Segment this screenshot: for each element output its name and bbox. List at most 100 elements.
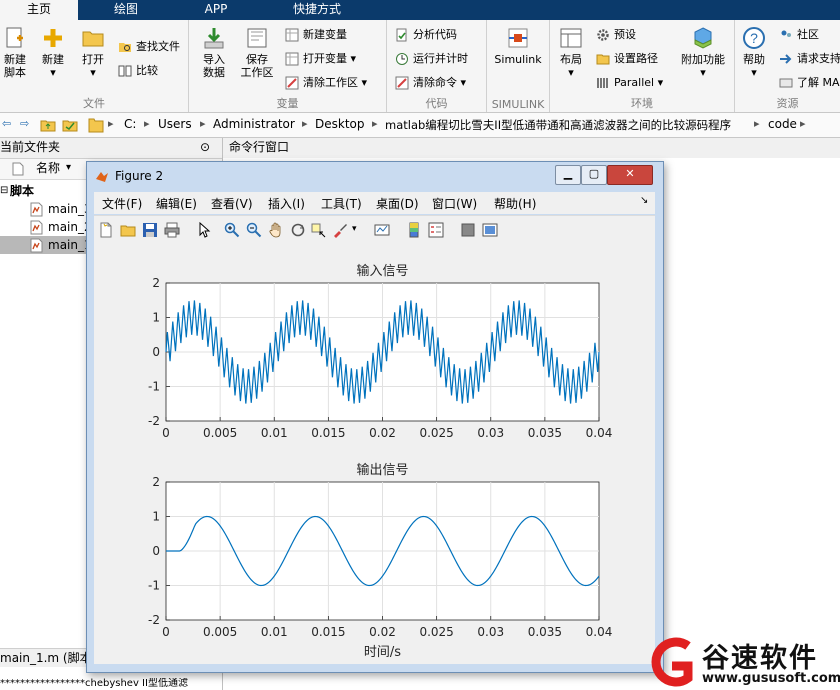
new-variable-button[interactable]: 新建变量 xyxy=(285,26,347,44)
up-folder-icon[interactable] xyxy=(40,117,56,133)
breadcrumb-separator: ▸ xyxy=(108,117,114,130)
panel-options-icon[interactable]: ⊙ xyxy=(200,138,210,156)
help-label: 帮助 xyxy=(743,53,765,66)
new-button[interactable]: 新建 ▾ xyxy=(36,26,70,79)
x-tick-label: 0.025 xyxy=(419,426,453,440)
group-simulink: Simulink SIMULINK xyxy=(487,20,550,112)
show-plot-tools-icon[interactable] xyxy=(482,222,498,238)
menu-insert[interactable]: 插入(I) xyxy=(268,195,305,212)
breadcrumb-item[interactable]: code xyxy=(768,117,797,131)
menu-tools[interactable]: 工具(T) xyxy=(321,195,362,212)
plot-area: 0 0.005 0.01 0.015 0.02 0.025 0.03 0.035 0.04 -2 -… xyxy=(148,263,612,660)
open-variable-button[interactable]: 打开变量 ▾ xyxy=(285,50,356,68)
request-support-button[interactable]: 请求支持 xyxy=(779,50,840,68)
name-column-header[interactable]: 名称 xyxy=(36,159,60,177)
colorbar-icon[interactable] xyxy=(406,222,422,238)
maximize-button[interactable]: ▢ xyxy=(581,165,607,185)
link-plot-icon[interactable] xyxy=(374,222,390,238)
breadcrumb-item[interactable]: Administrator xyxy=(213,117,295,131)
request-support-label: 请求支持 xyxy=(797,52,840,65)
sort-chevron-icon[interactable]: ▾ xyxy=(66,159,71,177)
group-simulink-label: SIMULINK xyxy=(491,98,545,111)
add-ons-button[interactable]: 附加功能 ▾ xyxy=(676,26,730,79)
x-tick-label: 0.01 xyxy=(261,426,288,440)
tab-home[interactable]: 主页 xyxy=(0,0,78,20)
figure-title-bar[interactable]: Figure 2 ▁ ▢ ✕ xyxy=(87,162,663,190)
parallel-icon xyxy=(597,78,608,88)
learn-matlab-button[interactable]: 了解 MA xyxy=(779,74,840,92)
chevron-down-icon: ▾ xyxy=(657,76,664,89)
clear-commands-icon xyxy=(395,76,409,90)
file-type-icon xyxy=(12,162,24,176)
open-file-icon[interactable] xyxy=(120,222,136,238)
brush-icon[interactable] xyxy=(332,222,348,238)
menu-view[interactable]: 查看(V) xyxy=(211,195,253,212)
import-data-button[interactable]: 导入 数据 xyxy=(197,26,231,79)
dock-arrow-icon[interactable]: ↘ xyxy=(640,195,648,206)
zoom-in-icon[interactable] xyxy=(224,222,240,238)
x-tick-label: 0.025 xyxy=(419,625,453,639)
minimize-button[interactable]: ▁ xyxy=(555,165,581,185)
save-icon[interactable] xyxy=(142,222,158,238)
help-button[interactable]: ? 帮助 ▾ xyxy=(737,26,771,79)
tab-plots[interactable]: 绘图 xyxy=(86,0,166,20)
find-files-button[interactable]: 查找文件 xyxy=(118,38,180,56)
tab-apps[interactable]: APP xyxy=(176,0,256,20)
tab-shortcuts[interactable]: 快捷方式 xyxy=(262,0,372,20)
axes-output[interactable]: 0 0.005 0.01 0.015 0.02 0.025 0.03 0.035 0.04 -2 -… xyxy=(148,462,612,660)
new-figure-icon[interactable] xyxy=(98,222,114,238)
save-workspace-button[interactable]: 保存 工作区 xyxy=(237,26,277,79)
menu-help[interactable]: 帮助(H) xyxy=(494,195,536,212)
forward-arrow-icon[interactable]: ⇨ xyxy=(20,117,29,130)
y-tick-label: 1 xyxy=(152,510,160,524)
breadcrumb-separator: ▸ xyxy=(200,117,206,130)
layout-button[interactable]: 布局 ▾ xyxy=(554,26,588,79)
collapse-icon[interactable]: ⊟ xyxy=(0,182,8,200)
chevron-down-icon: ▾ xyxy=(361,76,368,89)
brush-dropdown-icon[interactable]: ▾ xyxy=(352,224,368,240)
preferences-button[interactable]: 预设 xyxy=(596,26,636,44)
browse-folder-icon[interactable] xyxy=(62,117,78,133)
zoom-out-icon[interactable] xyxy=(246,222,262,238)
compare-button[interactable]: 比较 xyxy=(118,62,158,80)
analyze-code-button[interactable]: 分析代码 xyxy=(395,26,457,44)
find-files-icon xyxy=(119,43,131,52)
rotate-3d-icon[interactable] xyxy=(290,222,306,238)
run-and-time-button[interactable]: 运行并计时 xyxy=(395,50,468,68)
axes-input[interactable]: 0 0.005 0.01 0.015 0.02 0.025 0.03 0.035 0.04 -2 -… xyxy=(148,263,612,440)
breadcrumb-item[interactable]: Desktop xyxy=(315,117,365,131)
set-path-button[interactable]: 设置路径 xyxy=(596,50,658,68)
community-button[interactable]: 社区 xyxy=(779,26,819,44)
close-button[interactable]: ✕ xyxy=(607,165,653,185)
x-tick-label: 0.03 xyxy=(477,426,504,440)
cursor-icon[interactable] xyxy=(196,222,212,238)
breadcrumb-item[interactable]: matlab编程切比雪夫II型低通带通和高通滤波器之间的比较源码程序 xyxy=(385,117,752,133)
menu-desktop[interactable]: 桌面(D) xyxy=(376,195,419,212)
clear-workspace-button[interactable]: 清除工作区 ▾ xyxy=(285,74,367,92)
print-icon[interactable] xyxy=(164,222,180,238)
community-icon xyxy=(781,30,791,37)
menu-file[interactable]: 文件(F) xyxy=(102,195,142,212)
pan-hand-icon[interactable] xyxy=(268,222,284,238)
clear-workspace-label: 清除工作区 xyxy=(303,76,358,89)
new-script-button[interactable]: 新建 脚本 xyxy=(0,26,30,79)
back-arrow-icon[interactable]: ⇦ xyxy=(2,117,11,130)
clear-commands-button[interactable]: 清除命令 ▾ xyxy=(395,74,466,92)
x-tick-label: 0.015 xyxy=(311,625,345,639)
legend-icon[interactable] xyxy=(428,222,444,238)
group-variable-label: 变量 xyxy=(276,97,299,110)
breadcrumb-item[interactable]: C: xyxy=(124,117,136,131)
figure-canvas[interactable]: 0 0.005 0.01 0.015 0.02 0.025 0.03 0.035 0.04 -2 -… xyxy=(94,246,655,664)
parallel-button[interactable]: Parallel ▾ xyxy=(596,74,663,92)
menu-edit[interactable]: 编辑(E) xyxy=(156,195,197,212)
hide-plot-tools-icon[interactable] xyxy=(460,222,476,238)
maximize-icon: ▢ xyxy=(588,167,600,180)
chevron-down-icon: ▾ xyxy=(50,66,56,79)
figure-menu-bar: 文件(F) 编辑(E) 查看(V) 插入(I) 工具(T) 桌面(D) 窗口(W… xyxy=(94,192,655,214)
menu-window[interactable]: 窗口(W) xyxy=(432,195,477,212)
group-code: 分析代码 运行并计时 清除命令 ▾ 代码 xyxy=(387,20,487,112)
data-cursor-icon[interactable] xyxy=(310,222,326,238)
open-button[interactable]: 打开 ▾ xyxy=(76,26,110,79)
breadcrumb-item[interactable]: Users xyxy=(158,117,192,131)
simulink-button[interactable]: Simulink xyxy=(489,26,547,66)
